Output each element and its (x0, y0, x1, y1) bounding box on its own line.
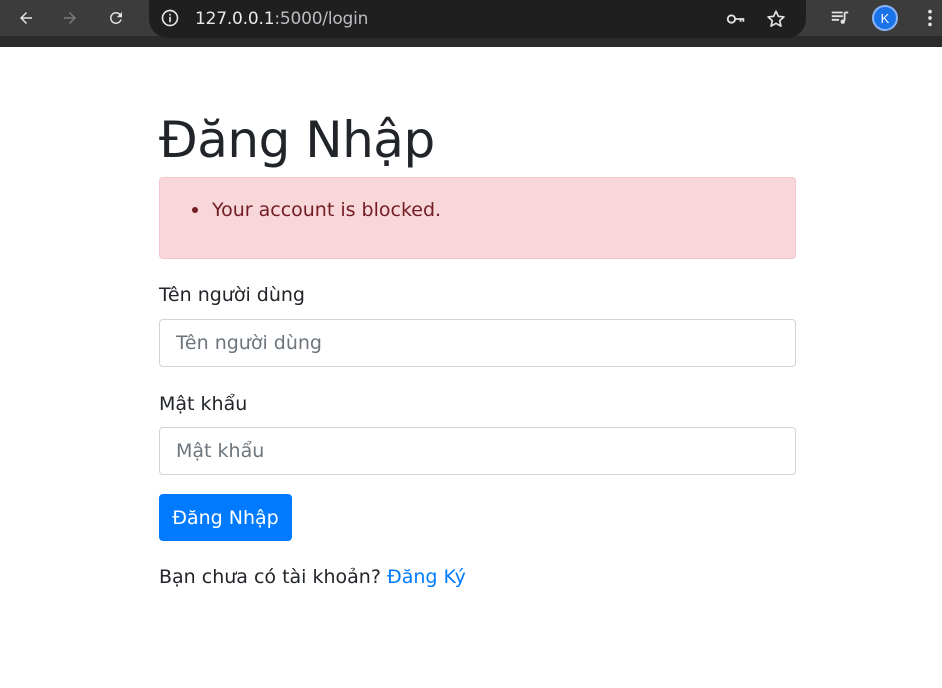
error-alert: Your account is blocked. (159, 177, 796, 259)
password-key-icon (726, 14, 745, 24)
address-bar[interactable]: 127.0.0.1:5000/login (149, 0, 806, 38)
media-queue-icon (831, 11, 849, 24)
password-input[interactable] (159, 427, 796, 475)
signup-link[interactable]: Đăng Ký (387, 566, 466, 588)
signup-prompt: Bạn chưa có tài khoản? (159, 566, 381, 588)
password-key-button[interactable] (724, 7, 748, 31)
username-label: Tên người dùng (159, 284, 305, 306)
forward-icon (64, 12, 76, 24)
url-text[interactable]: 127.0.0.1:5000/login (195, 9, 368, 29)
reload-icon (109, 11, 122, 24)
back-icon (20, 12, 32, 24)
site-info-icon (161, 9, 179, 27)
bookmark-star-icon (767, 10, 785, 27)
signup-row: Bạn chưa có tài khoản? Đăng Ký (159, 565, 466, 589)
url-path: :5000/login (274, 9, 369, 29)
media-queue-button[interactable] (827, 5, 853, 31)
username-input[interactable] (159, 319, 796, 367)
reload-button[interactable] (102, 4, 130, 32)
page-title: Đăng Nhập (159, 111, 435, 169)
profile-avatar[interactable]: K (872, 5, 898, 31)
error-list: Your account is blocked. (191, 198, 442, 222)
avatar-initial: K (880, 10, 890, 26)
browser-toolbar: 127.0.0.1:5000/login K (0, 0, 942, 47)
back-button[interactable] (12, 4, 40, 32)
url-host: 127.0.0.1 (195, 9, 275, 29)
bookmark-button[interactable] (764, 7, 788, 31)
forward-button[interactable] (56, 4, 84, 32)
login-button[interactable]: Đăng Nhập (159, 494, 292, 541)
error-message: Your account is blocked. (191, 199, 442, 221)
browser-menu-button[interactable] (917, 5, 942, 31)
menu-dots-icon (928, 9, 932, 27)
password-label: Mật khẩu (159, 393, 248, 415)
site-info-button[interactable] (159, 7, 181, 29)
